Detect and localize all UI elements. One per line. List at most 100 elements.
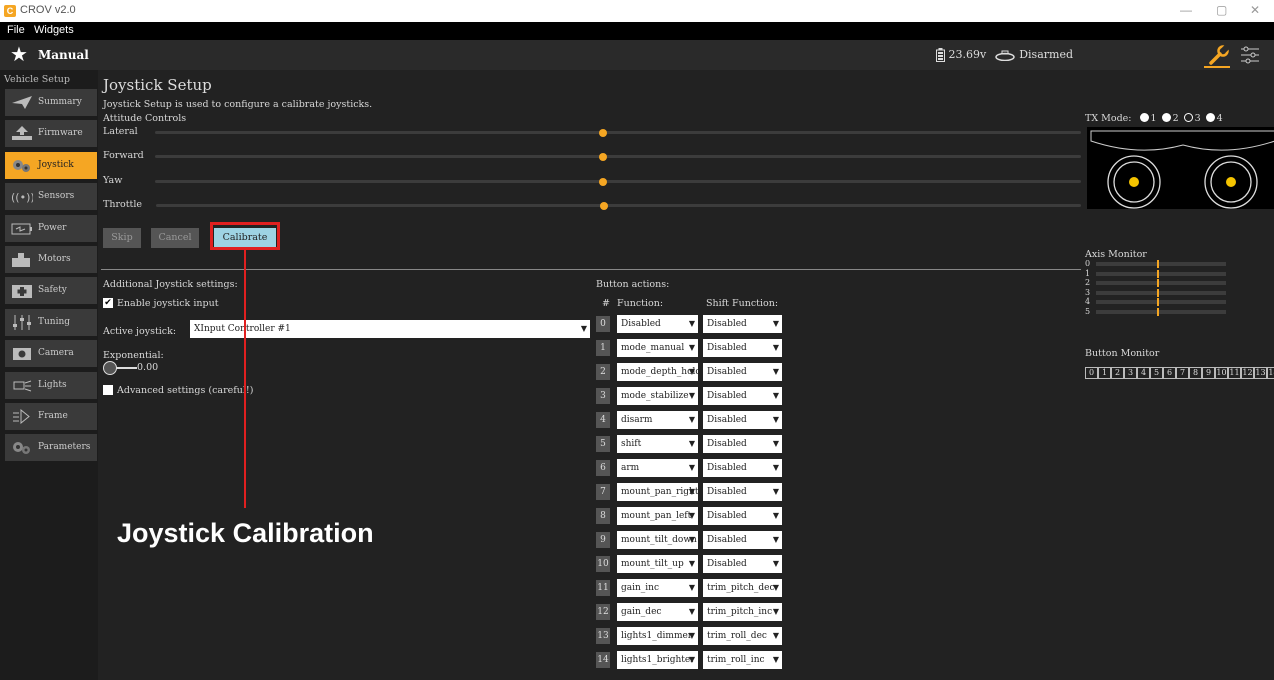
shift-function-select[interactable]: trim_pitch_inc ▼ (703, 603, 782, 621)
sidebar-item-lights[interactable]: Lights (5, 371, 97, 399)
shift-function-value: Disabled (707, 319, 747, 329)
chevron-down-icon: ▼ (772, 583, 779, 592)
menu-widgets[interactable]: Widgets (34, 24, 74, 36)
minimize-icon[interactable]: — (1180, 3, 1192, 17)
button-number: 7 (596, 484, 610, 500)
sidebar-item-power[interactable]: Power (5, 214, 97, 242)
chevron-down-icon: ▼ (688, 463, 695, 472)
paper-plane-icon (11, 95, 33, 110)
sidebar-item-motors[interactable]: Motors (5, 246, 97, 273)
tuning-sliders-icon (11, 314, 33, 330)
sidebar-item-firmware[interactable]: Firmware (5, 120, 97, 148)
button-number: 2 (596, 364, 610, 380)
active-joystick-select[interactable]: XInput Controller #1 ▼ (190, 320, 590, 338)
function-select[interactable]: mode_manual ▼ (617, 339, 698, 357)
svg-text:((•)): ((•)) (11, 191, 33, 204)
enable-joystick-checkbox[interactable]: ✔ (103, 298, 113, 308)
button-number: 13 (596, 628, 610, 644)
active-joystick-value: XInput Controller #1 (194, 324, 291, 334)
shift-function-select[interactable]: trim_roll_dec ▼ (703, 627, 782, 645)
shift-function-select[interactable]: Disabled ▼ (703, 507, 782, 525)
close-icon[interactable]: ✕ (1250, 3, 1260, 17)
sidebar-item-label: Safety (38, 285, 67, 296)
shift-function-select[interactable]: Disabled ▼ (703, 411, 782, 429)
radio-waves-icon: ((•)) (11, 189, 35, 204)
function-select[interactable]: mount_tilt_up ▼ (617, 555, 698, 573)
exponential-slider-handle[interactable] (103, 361, 117, 375)
sidebar-item-tuning[interactable]: Tuning (5, 308, 97, 336)
joystick-visual (1087, 127, 1274, 209)
shift-function-select[interactable]: trim_pitch_dec ▼ (703, 579, 782, 597)
tx-mode-radio-2[interactable] (1161, 113, 1171, 122)
function-value: disarm (621, 415, 653, 425)
shift-function-value: trim_roll_dec (707, 631, 767, 641)
shift-function-select[interactable]: trim_roll_inc ▼ (703, 651, 782, 669)
shift-function-select[interactable]: Disabled ▼ (703, 555, 782, 573)
shift-function-select[interactable]: Disabled ▼ (703, 363, 782, 381)
function-select[interactable]: mount_pan_right ▼ (617, 483, 698, 501)
function-select[interactable]: mode_depth_hold ▼ (617, 363, 698, 381)
sidebar-item-label: Frame (38, 411, 68, 421)
shift-function-select[interactable]: Disabled ▼ (703, 339, 782, 357)
axis-monitor-track (1096, 300, 1226, 305)
shift-function-select[interactable]: Disabled ▼ (703, 483, 782, 501)
sidebar-item-safety[interactable]: Safety (5, 277, 97, 305)
axis-indicator-yaw (599, 178, 607, 186)
function-select[interactable]: mount_pan_left ▼ (617, 507, 698, 525)
axis-monitor-label-1: 1 (1085, 268, 1091, 278)
submarine-icon (994, 50, 1015, 61)
settings-sliders-icon[interactable] (1240, 45, 1260, 65)
sidebar-item-camera[interactable]: Camera (5, 340, 97, 368)
function-select[interactable]: lights1_dimmer ▼ (617, 627, 698, 645)
axis-monitor-label-3: 3 (1085, 287, 1091, 297)
shift-function-select[interactable]: Disabled ▼ (703, 435, 782, 453)
flight-mode-label[interactable]: Manual (38, 48, 89, 62)
chevron-down-icon: ▼ (772, 319, 779, 328)
function-value: arm (621, 463, 640, 473)
tx-mode-radio-4[interactable] (1205, 113, 1215, 122)
shift-function-select[interactable]: Disabled ▼ (703, 387, 782, 405)
tx-mode-radio-3[interactable] (1183, 113, 1193, 122)
shift-function-select[interactable]: Disabled ▼ (703, 315, 782, 333)
wrench-icon[interactable] (1208, 44, 1230, 66)
function-select[interactable]: gain_dec ▼ (617, 603, 698, 621)
function-select[interactable]: arm ▼ (617, 459, 698, 477)
axis-label-forward: Forward (103, 150, 144, 161)
button-monitor-cell: 3 (1124, 367, 1137, 379)
axis-monitor-indicator (1157, 269, 1159, 278)
axis-indicator-lateral (599, 129, 607, 137)
shift-function-select[interactable]: Disabled ▼ (703, 531, 782, 549)
star-icon[interactable]: ★ (10, 44, 28, 64)
sidebar-item-sensors[interactable]: ((•)) Sensors (5, 183, 97, 211)
sidebar-item-joystick[interactable]: Joystick (5, 151, 97, 179)
page-title: Joystick Setup (103, 76, 212, 94)
shift-function-select[interactable]: Disabled ▼ (703, 459, 782, 477)
upload-icon (11, 126, 33, 141)
calibrate-button[interactable]: Calibrate (214, 228, 276, 248)
tx-mode-radio-1[interactable] (1139, 113, 1149, 122)
cancel-button[interactable]: Cancel (151, 228, 199, 248)
shift-function-value: Disabled (707, 511, 747, 521)
maximize-icon[interactable]: ▢ (1216, 3, 1227, 17)
annotation-label: Joystick Calibration (117, 518, 374, 548)
menu-file[interactable]: File (7, 24, 25, 36)
function-select[interactable]: Disabled ▼ (617, 315, 698, 333)
function-select[interactable]: gain_inc ▼ (617, 579, 698, 597)
function-select[interactable]: mount_tilt_down ▼ (617, 531, 698, 549)
function-select[interactable]: mode_stabilize ▼ (617, 387, 698, 405)
sidebar-item-frame[interactable]: Frame (5, 403, 97, 430)
shift-function-value: trim_pitch_inc (707, 607, 773, 617)
function-select[interactable]: lights1_brighter ▼ (617, 651, 698, 669)
tx-mode-label-2: 2 (1172, 113, 1179, 124)
chevron-down-icon: ▼ (688, 607, 695, 616)
sidebar-item-parameters[interactable]: Parameters (5, 434, 97, 462)
chevron-down-icon: ▼ (772, 559, 779, 568)
function-select[interactable]: disarm ▼ (617, 411, 698, 429)
function-select[interactable]: shift ▼ (617, 435, 698, 453)
chevron-down-icon: ▼ (688, 439, 695, 448)
sidebar-item-summary[interactable]: Summary (5, 89, 97, 116)
chevron-down-icon: ▼ (688, 655, 695, 664)
skip-button[interactable]: Skip (103, 228, 141, 248)
tx-mode-label: TX Mode: (1085, 113, 1132, 124)
advanced-settings-checkbox[interactable] (103, 385, 113, 395)
